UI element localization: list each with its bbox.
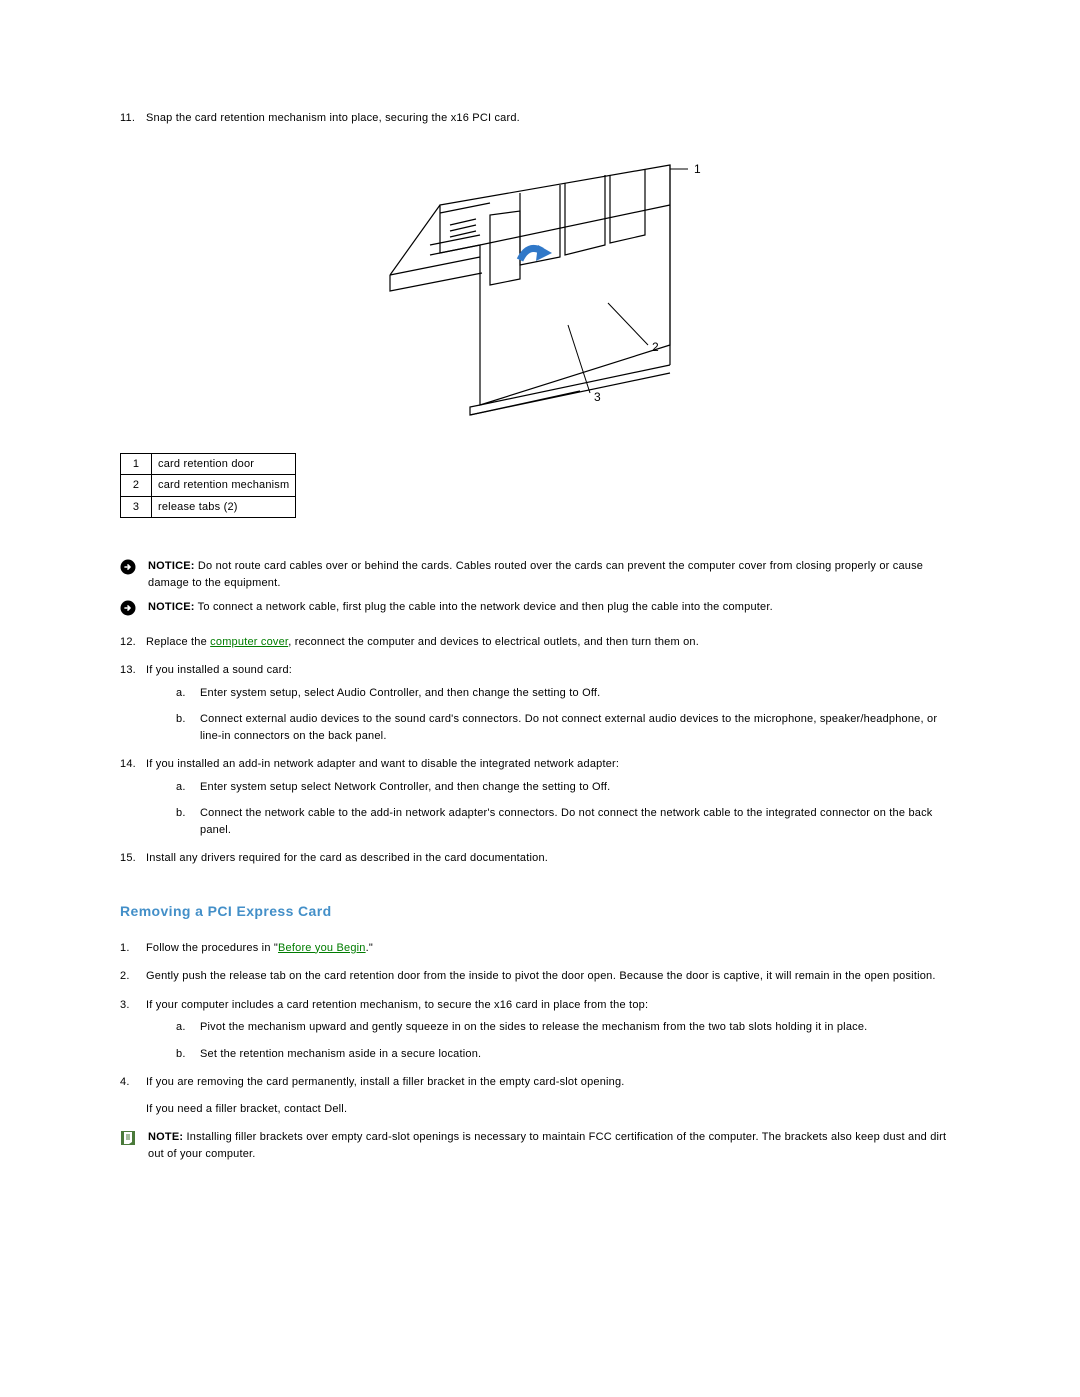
substeps: a. Pivot the mechanism upward and gently … bbox=[146, 1019, 960, 1062]
callout-text: release tabs (2) bbox=[152, 496, 296, 518]
substep-text: Set the retention mechanism aside in a s… bbox=[200, 1048, 481, 1060]
step-14: 14. If you installed an add-in network a… bbox=[120, 756, 960, 838]
diagram-label-2: 2 bbox=[652, 340, 659, 354]
table-row: 2 card retention mechanism bbox=[121, 475, 296, 497]
step-number: 11. bbox=[120, 110, 135, 127]
notice-row: NOTICE: Do not route card cables over or… bbox=[120, 558, 960, 591]
step-text: Replace the computer cover, reconnect th… bbox=[146, 636, 699, 648]
substep-text: Connect external audio devices to the so… bbox=[200, 713, 937, 742]
section-title: Removing a PCI Express Card bbox=[120, 901, 960, 922]
step-13: 13. If you installed a sound card: a. Ent… bbox=[120, 662, 960, 744]
notice-text: NOTICE: Do not route card cables over or… bbox=[148, 558, 960, 591]
step-text: If your computer includes a card retenti… bbox=[146, 999, 648, 1011]
step-text: Follow the procedures in "Before you Beg… bbox=[146, 942, 373, 954]
remove-step-3: 3. If your computer includes a card rete… bbox=[120, 997, 960, 1063]
step-number: 12. bbox=[120, 634, 136, 651]
substeps: a. Enter system setup select Network Cont… bbox=[146, 779, 960, 839]
notice-icon bbox=[120, 600, 138, 622]
step-text: If you are removing the card permanently… bbox=[146, 1076, 625, 1088]
diagram-label-3: 3 bbox=[594, 390, 601, 404]
subletter: a. bbox=[176, 779, 186, 796]
step-text: Gently push the release tab on the card … bbox=[146, 970, 936, 982]
step-text: If you installed a sound card: bbox=[146, 664, 292, 676]
substep-text: Enter system setup select Network Contro… bbox=[200, 781, 610, 793]
step-number: 4. bbox=[120, 1074, 130, 1091]
step-11: 11. Snap the card retention mechanism in… bbox=[120, 110, 960, 127]
remove-step-2: 2. Gently push the release tab on the ca… bbox=[120, 968, 960, 985]
remove-steps: 1. Follow the procedures in "Before you … bbox=[120, 940, 960, 1118]
retention-diagram: 1 2 3 bbox=[120, 145, 960, 435]
notice-text: NOTICE: To connect a network cable, firs… bbox=[148, 599, 960, 616]
install-steps-first: 11. Snap the card retention mechanism in… bbox=[120, 110, 960, 127]
step-number: 13. bbox=[120, 662, 136, 679]
install-steps-rest: 12. Replace the computer cover, reconnec… bbox=[120, 634, 960, 867]
note-row: NOTE: Installing filler brackets over em… bbox=[120, 1129, 960, 1162]
note-label: NOTE: bbox=[148, 1131, 183, 1143]
table-row: 3 release tabs (2) bbox=[121, 496, 296, 518]
callout-text: card retention door bbox=[152, 453, 296, 475]
notice-icon bbox=[120, 559, 138, 581]
diagram-svg: 1 2 3 bbox=[370, 145, 710, 435]
step-number: 2. bbox=[120, 968, 130, 985]
note-text: NOTE: Installing filler brackets over em… bbox=[148, 1129, 960, 1162]
step-number: 15. bbox=[120, 850, 136, 867]
substep-text: Pivot the mechanism upward and gently sq… bbox=[200, 1021, 867, 1033]
callout-index: 3 bbox=[121, 496, 152, 518]
subletter: b. bbox=[176, 805, 186, 822]
notice-block: NOTICE: Do not route card cables over or… bbox=[120, 558, 960, 622]
manual-page: 11. Snap the card retention mechanism in… bbox=[0, 0, 1080, 1397]
step-12: 12. Replace the computer cover, reconnec… bbox=[120, 634, 960, 651]
substep: a. Pivot the mechanism upward and gently … bbox=[176, 1019, 960, 1036]
subletter: a. bbox=[176, 1019, 186, 1036]
notice-row: NOTICE: To connect a network cable, firs… bbox=[120, 599, 960, 622]
callout-index: 1 bbox=[121, 453, 152, 475]
subletter: b. bbox=[176, 1046, 186, 1063]
callout-index: 2 bbox=[121, 475, 152, 497]
computer-cover-link[interactable]: computer cover bbox=[210, 636, 288, 648]
remove-step-4: 4. If you are removing the card permanen… bbox=[120, 1074, 960, 1117]
substep-text: Connect the network cable to the add-in … bbox=[200, 807, 933, 836]
substep: b. Connect external audio devices to the … bbox=[176, 711, 960, 744]
substep: a. Enter system setup select Network Cont… bbox=[176, 779, 960, 796]
step-number: 3. bbox=[120, 997, 130, 1014]
note-icon bbox=[120, 1130, 138, 1152]
notice-label: NOTICE: bbox=[148, 560, 195, 572]
step-extra: If you need a filler bracket, contact De… bbox=[146, 1101, 960, 1118]
substep: b. Connect the network cable to the add-i… bbox=[176, 805, 960, 838]
step-text: Install any drivers required for the car… bbox=[146, 852, 548, 864]
step-number: 14. bbox=[120, 756, 136, 773]
step-number: 1. bbox=[120, 940, 130, 957]
before-you-begin-link[interactable]: Before you Begin bbox=[278, 942, 366, 954]
substep-text: Enter system setup, select Audio Control… bbox=[200, 687, 600, 699]
callout-text: card retention mechanism bbox=[152, 475, 296, 497]
diagram-label-1: 1 bbox=[694, 162, 701, 176]
step-15: 15. Install any drivers required for the… bbox=[120, 850, 960, 867]
step-text: If you installed an add-in network adapt… bbox=[146, 758, 619, 770]
step-text: Snap the card retention mechanism into p… bbox=[146, 112, 520, 124]
subletter: a. bbox=[176, 685, 186, 702]
notice-label: NOTICE: bbox=[148, 601, 195, 613]
subletter: b. bbox=[176, 711, 186, 728]
substeps: a. Enter system setup, select Audio Contr… bbox=[146, 685, 960, 745]
substep: a. Enter system setup, select Audio Contr… bbox=[176, 685, 960, 702]
remove-step-1: 1. Follow the procedures in "Before you … bbox=[120, 940, 960, 957]
table-row: 1 card retention door bbox=[121, 453, 296, 475]
substep: b. Set the retention mechanism aside in a… bbox=[176, 1046, 960, 1063]
callout-table: 1 card retention door 2 card retention m… bbox=[120, 453, 296, 519]
